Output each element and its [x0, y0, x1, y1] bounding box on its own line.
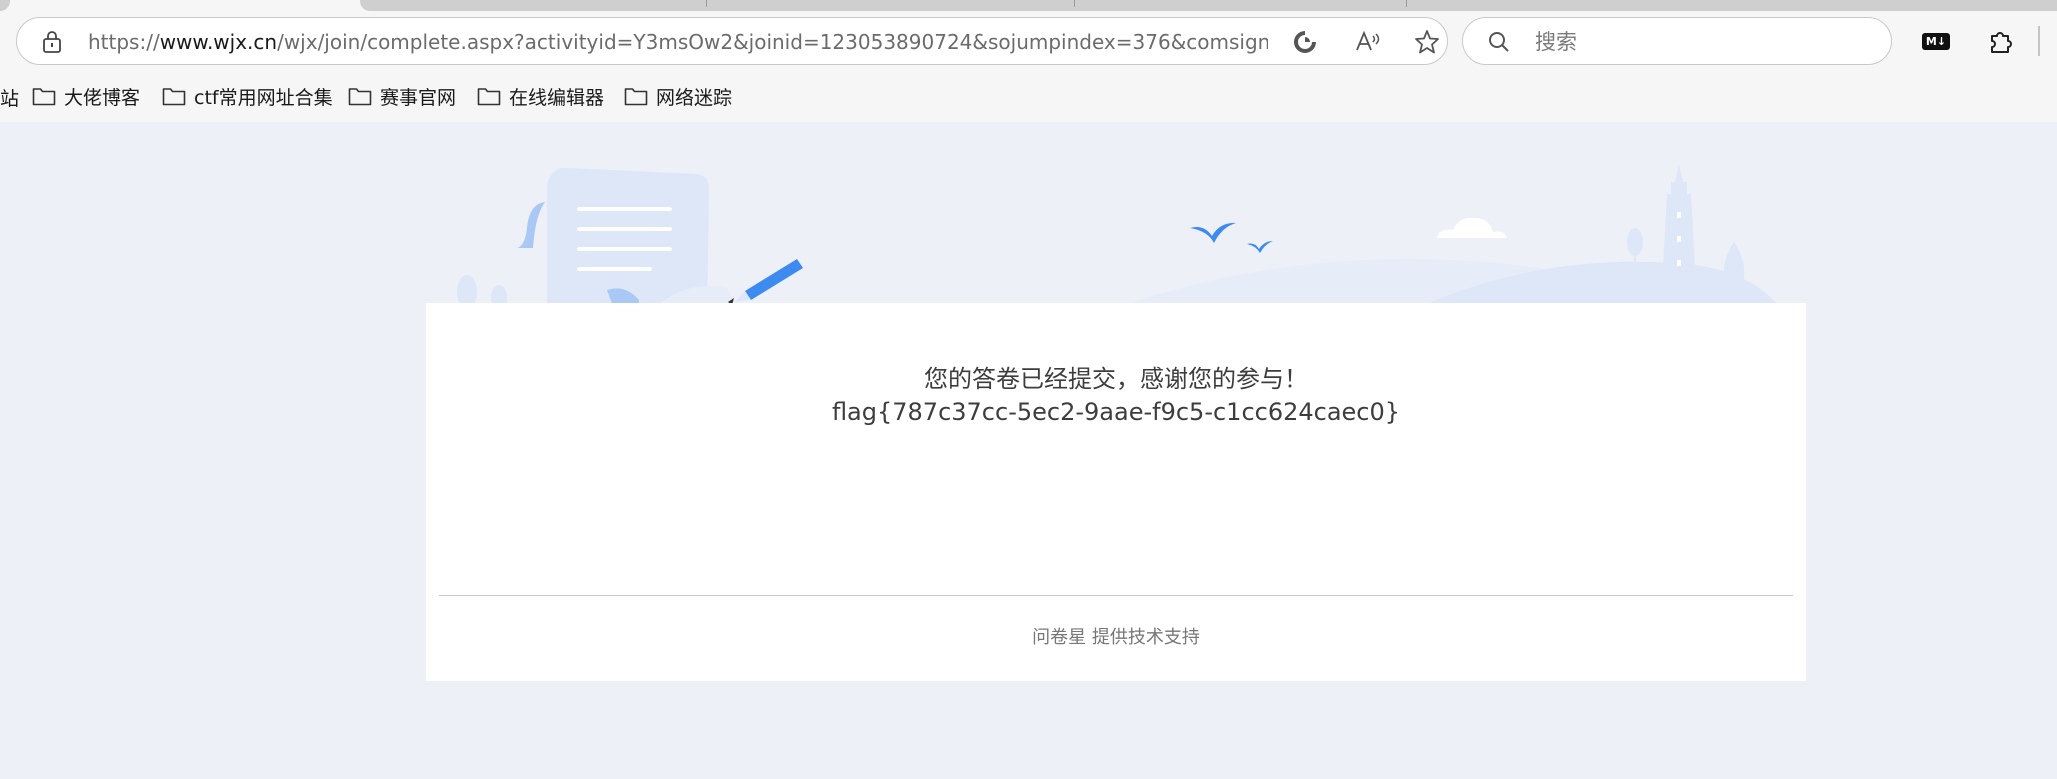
tab-separator [1074, 0, 1075, 7]
bookmark-label: 赛事官网 [380, 86, 457, 109]
lighthouse-illustration [1661, 164, 1697, 304]
header-illustration [457, 164, 1777, 304]
folder-icon [348, 88, 372, 106]
flag-text: flag{787c37cc-5ec2-9aae-f9c5-c1cc624caec… [831, 398, 1401, 426]
bookmark-folder[interactable]: 在线编辑器 [477, 80, 604, 112]
url-path: /wjx/join/complete.aspx?activityid=Y3msO… [277, 30, 1268, 54]
folder-icon [32, 88, 56, 106]
tab-strip-left-edge [0, 0, 10, 11]
birds-illustration [1190, 222, 1273, 253]
folder-icon [162, 88, 186, 106]
toolbar-divider [2038, 26, 2040, 56]
bookmark-cut-off[interactable]: 站 [0, 84, 19, 111]
divider [439, 595, 1793, 596]
search-placeholder[interactable]: 搜索 [1535, 29, 1577, 55]
bookmark-label: 网络迷踪 [656, 86, 733, 109]
page-content: 您的答卷已经提交，感谢您的参与！ flag{787c37cc-5ec2-9aae… [0, 122, 2057, 779]
search-box[interactable]: 搜索 [1462, 17, 1892, 65]
bookmark-label: ctf常用网址合集 [194, 86, 333, 109]
folder-icon [477, 88, 501, 106]
address-bar[interactable]: https://www.wjx.cn/wjx/join/complete.asp… [16, 17, 1448, 65]
url-prefix: https:// [88, 30, 160, 54]
tab-strip[interactable] [360, 0, 2057, 11]
tree-illustration-left [457, 275, 507, 304]
bookmarks-bar: 站 大佬博客 ctf常用网址合集 赛事官网 在线编辑器 网络迷踪 [0, 80, 2057, 112]
cloud-illustration [1437, 217, 1507, 238]
powered-by-footer[interactable]: 问卷星 提供技术支持 [426, 626, 1806, 650]
bookmark-folder[interactable]: 大佬博客 [32, 80, 140, 112]
tab-separator [706, 0, 707, 7]
bookmark-folder[interactable]: 网络迷踪 [624, 80, 732, 112]
bookmark-label: 在线编辑器 [509, 86, 605, 109]
scroll-document-illustration [517, 167, 736, 304]
folder-icon [624, 88, 648, 106]
search-icon [1489, 32, 1509, 52]
completion-card: 您的答卷已经提交，感谢您的参与！ flag{787c37cc-5ec2-9aae… [426, 303, 1806, 681]
tab-separator [1406, 0, 1407, 7]
bookmark-folder[interactable]: ctf常用网址合集 [162, 80, 333, 112]
url-text[interactable]: https://www.wjx.cn/wjx/join/complete.asp… [88, 30, 1268, 54]
url-domain: www.wjx.cn [159, 30, 278, 54]
read-aloud-icon[interactable] [1353, 28, 1381, 56]
markdown-extension-icon[interactable]: M↓ [1922, 33, 1950, 50]
bookmark-label: 大佬博客 [64, 86, 141, 109]
pen-illustration [728, 259, 803, 304]
edge-refresh-icon[interactable] [1291, 28, 1319, 56]
extensions-puzzle-icon[interactable] [1986, 27, 2016, 57]
favorite-star-icon[interactable] [1413, 28, 1441, 56]
lock-icon[interactable] [41, 30, 63, 54]
browser-chrome: https://www.wjx.cn/wjx/join/complete.asp… [0, 0, 2057, 122]
submission-message: 您的答卷已经提交，感谢您的参与！ [924, 365, 1308, 393]
bookmark-folder[interactable]: 赛事官网 [348, 80, 456, 112]
